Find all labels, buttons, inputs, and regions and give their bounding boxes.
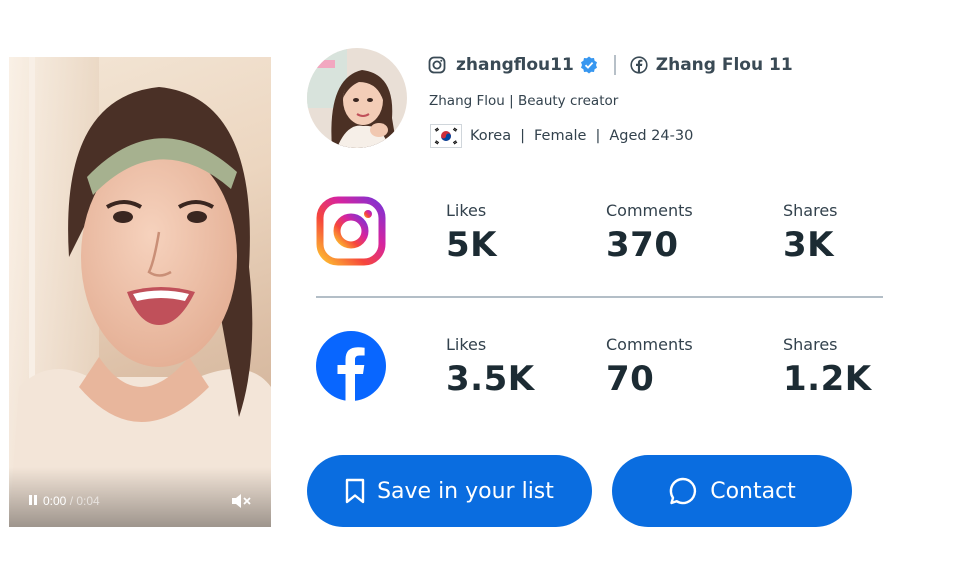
instagram-comments-value: 370 xyxy=(606,225,679,265)
contact-button[interactable]: Contact xyxy=(612,455,852,527)
south-korea-flag-icon xyxy=(430,124,462,148)
facebook-likes-label: Likes xyxy=(446,335,487,354)
meta-separator: | xyxy=(595,128,601,144)
instagram-likes-label: Likes xyxy=(446,201,487,220)
facebook-shares-value: 1.2K xyxy=(783,359,872,399)
bookmark-icon xyxy=(345,478,365,504)
facebook-icon xyxy=(630,56,648,74)
instagram-icon xyxy=(428,56,446,74)
profile-handles: zhangflou11 Zhang Flou 11 xyxy=(428,52,793,78)
facebook-comments-label: Comments xyxy=(606,335,693,354)
video-time-duration: 0:04 xyxy=(76,494,100,508)
bio-name: Zhang Flou xyxy=(429,93,505,109)
pause-icon[interactable] xyxy=(29,495,37,505)
verified-badge-icon xyxy=(580,56,597,74)
save-button-label: Save in your list xyxy=(377,478,554,504)
facebook-shares-label: Shares xyxy=(783,335,838,354)
instagram-handle[interactable]: zhangflou11 xyxy=(456,55,574,75)
save-in-list-button[interactable]: Save in your list xyxy=(307,455,592,527)
handle-divider xyxy=(613,55,616,75)
profile-bio: Zhang Flou | Beauty creator xyxy=(429,93,618,109)
instagram-icon xyxy=(316,196,386,266)
stats-divider xyxy=(316,296,883,298)
video-frame-creator xyxy=(9,57,271,527)
bio-category: Beauty creator xyxy=(517,93,619,109)
chat-bubble-icon xyxy=(669,477,697,505)
meta-separator: | xyxy=(520,128,525,144)
instagram-comments-label: Comments xyxy=(606,201,693,220)
bio-separator: | xyxy=(509,93,514,109)
instagram-likes-value: 5K xyxy=(446,225,498,265)
country: Korea xyxy=(470,128,512,144)
gender: Female xyxy=(534,128,587,144)
instagram-shares-label: Shares xyxy=(783,201,838,220)
video-time-separator: / xyxy=(66,494,77,508)
facebook-page-name[interactable]: Zhang Flou 11 xyxy=(656,55,793,75)
avatar[interactable] xyxy=(307,48,407,148)
facebook-comments-value: 70 xyxy=(606,359,655,399)
profile-meta: Korea | Female | Aged 24-30 xyxy=(430,124,693,148)
contact-button-label: Contact xyxy=(710,478,796,504)
facebook-icon xyxy=(316,331,386,401)
mute-icon[interactable] xyxy=(231,493,251,509)
avatar-image xyxy=(307,48,407,148)
video-time: 0:00 / 0:04 xyxy=(43,494,100,508)
video-player[interactable]: 0:00 / 0:04 xyxy=(9,57,271,527)
age-range: Aged 24-30 xyxy=(609,128,694,144)
instagram-shares-value: 3K xyxy=(783,225,835,265)
video-time-current: 0:00 xyxy=(43,494,67,508)
facebook-likes-value: 3.5K xyxy=(446,359,535,399)
